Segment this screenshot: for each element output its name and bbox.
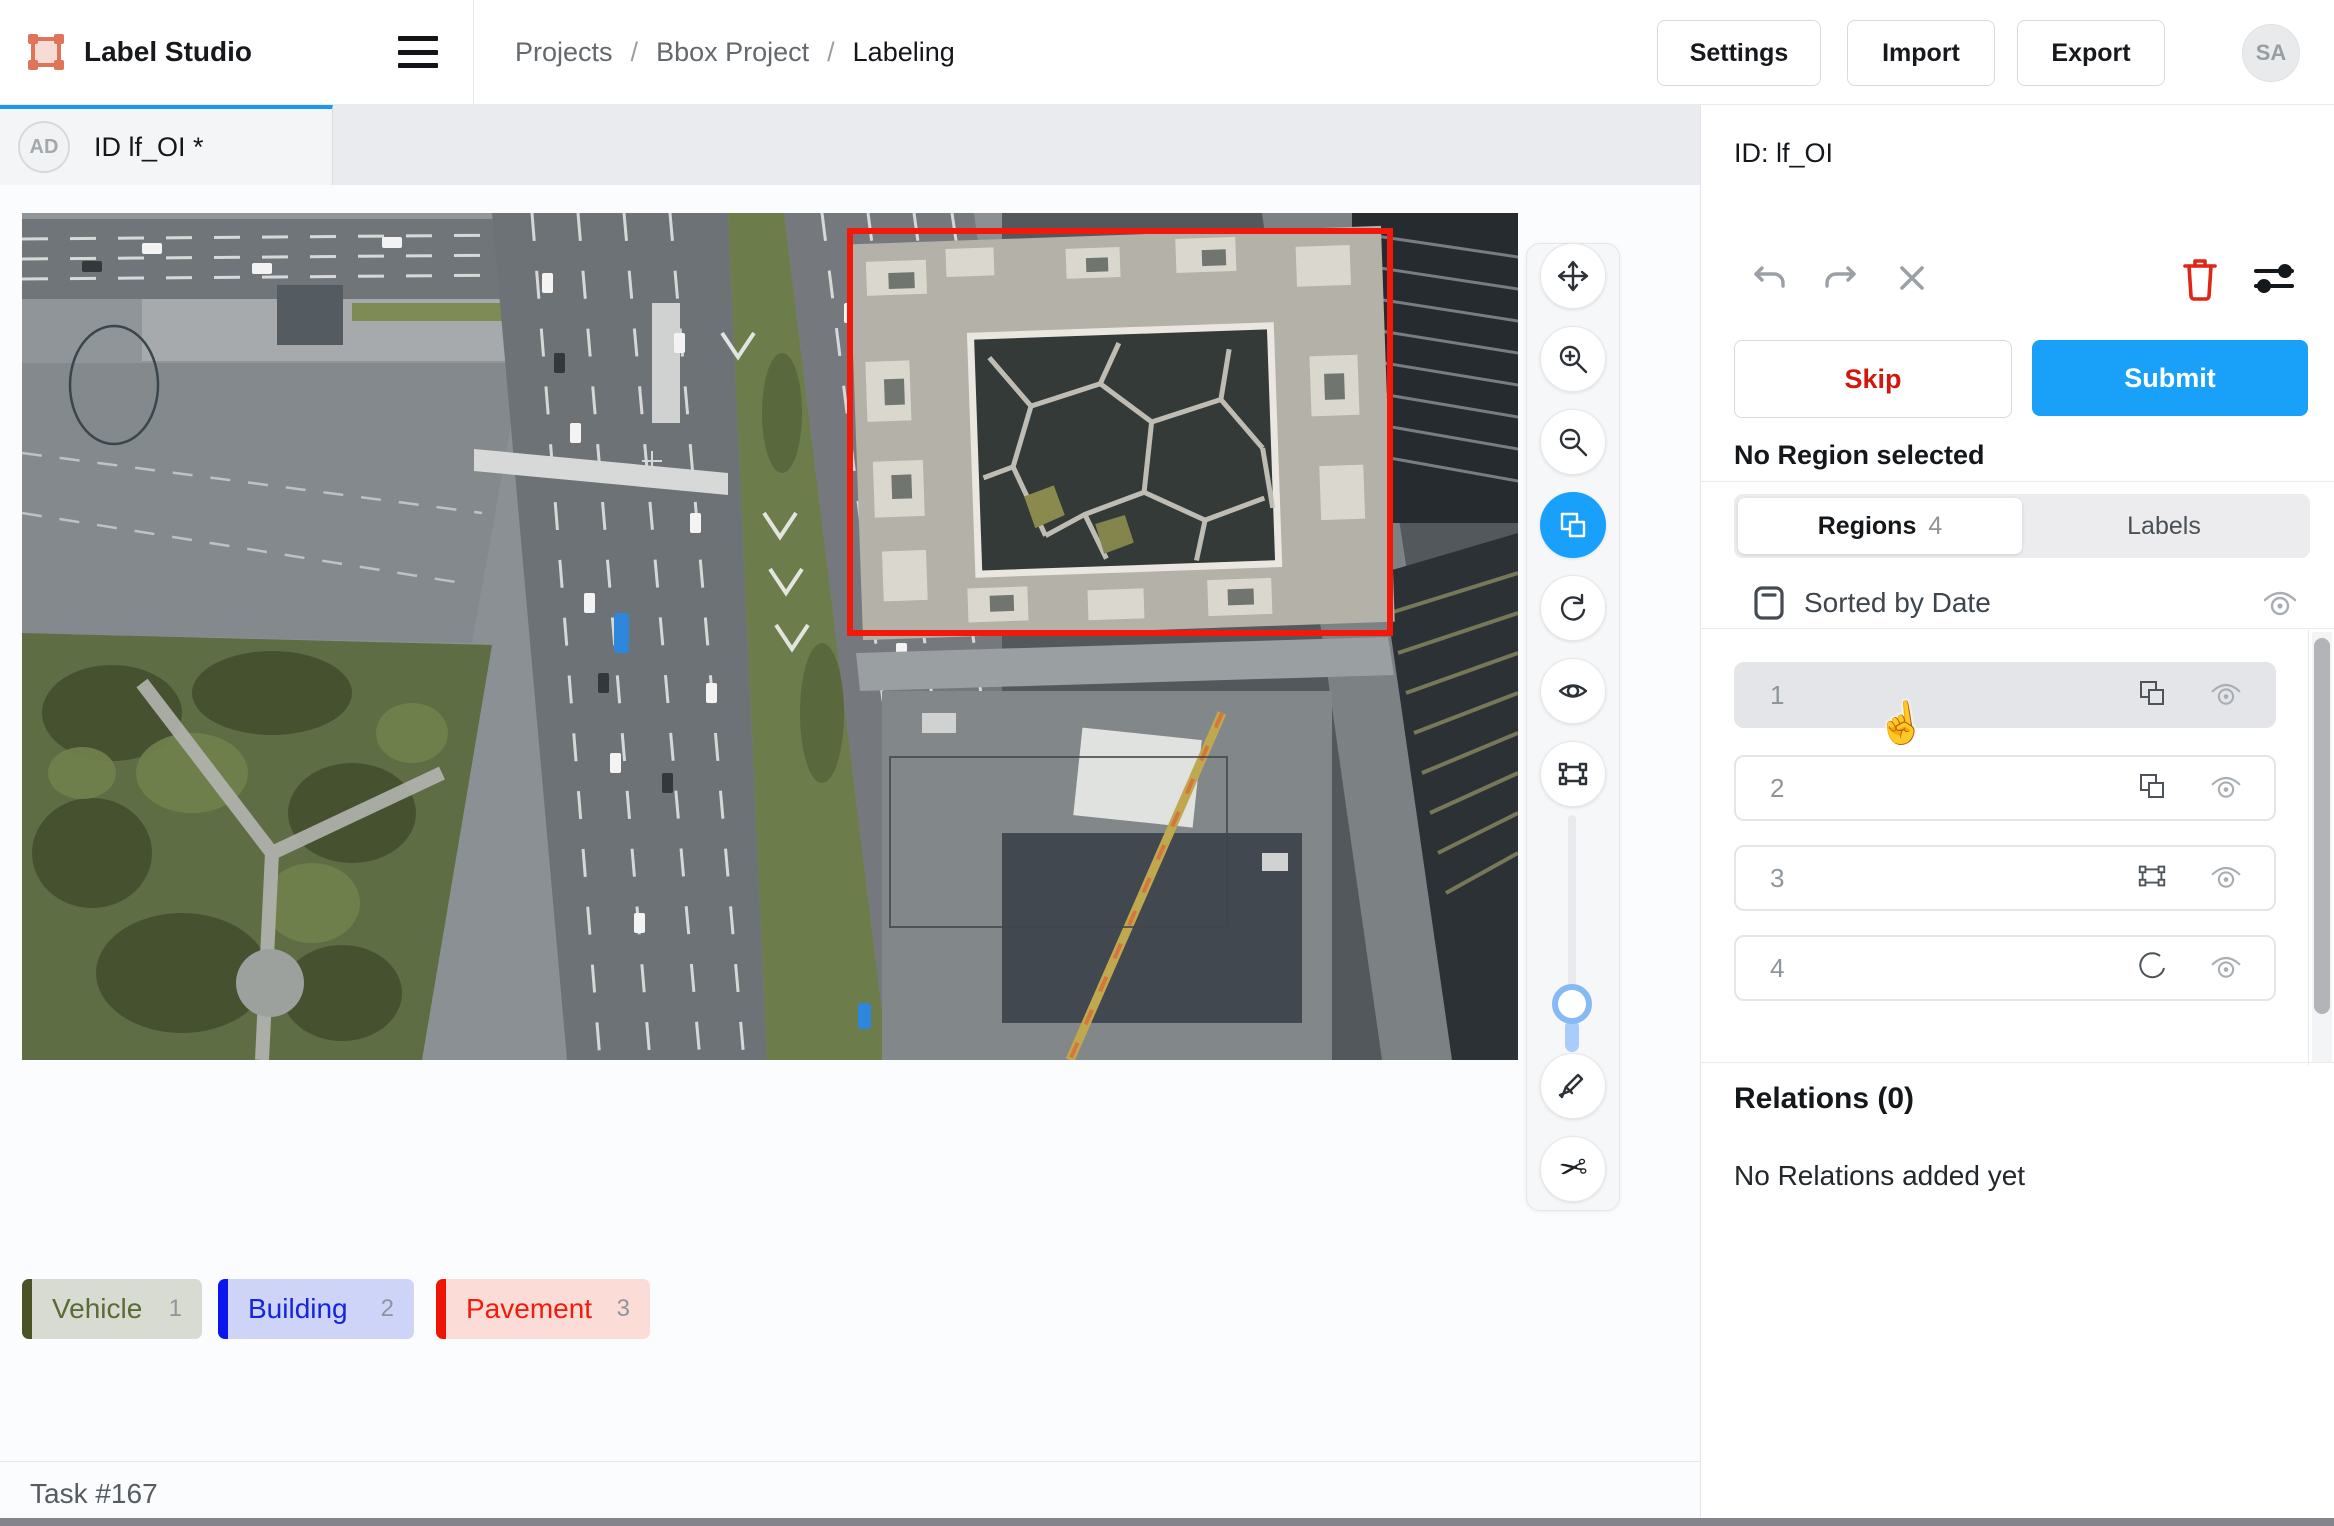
breadcrumb: Projects / Bbox Project / Labeling <box>515 0 955 104</box>
close-icon[interactable] <box>1890 256 1934 300</box>
relations-empty-text: No Relations added yet <box>1734 1160 2026 1191</box>
export-button[interactable]: Export <box>2017 20 2165 86</box>
footer-divider <box>0 1461 1700 1462</box>
region-number: 4 <box>1770 952 1785 983</box>
app-title: Label Studio <box>84 36 252 67</box>
scissors-icon: ✂ <box>1556 1148 1590 1190</box>
regions-visibility-eye-icon[interactable] <box>2258 582 2302 622</box>
redo-icon[interactable] <box>1818 256 1862 300</box>
region-row-2[interactable]: 2 <box>1734 755 2276 821</box>
header: Label Studio Projects / Bbox Project / L… <box>0 0 2334 105</box>
eye-icon[interactable] <box>2208 770 2244 807</box>
move-tool-button[interactable] <box>1540 243 1606 309</box>
breadcrumb-separator: / <box>630 36 639 67</box>
eye-icon[interactable] <box>2208 677 2244 714</box>
window-bottom-edge <box>0 1518 2334 1526</box>
undo-icon[interactable] <box>1748 256 1792 300</box>
filter-sliders-icon[interactable] <box>2250 256 2298 300</box>
label-chip-vehicle[interactable]: Vehicle 1 <box>22 1279 202 1339</box>
hamburger-icon[interactable] <box>398 36 438 68</box>
label-studio-window: Label Studio Projects / Bbox Project / L… <box>0 0 2334 1526</box>
brush-tool-button[interactable] <box>1540 1053 1606 1119</box>
bbox-tool-button[interactable] <box>1540 741 1606 807</box>
sort-label[interactable]: Sorted by Date <box>1804 587 1991 619</box>
sort-row: Sorted by Date <box>1752 580 2312 626</box>
task-id-label: ID: lf_OI <box>1734 138 1834 168</box>
zoom-in-button[interactable] <box>1540 326 1606 392</box>
label-hotkey: 2 <box>380 1295 394 1322</box>
breadcrumb-project[interactable]: Bbox Project <box>656 37 809 68</box>
scissors-tool-button[interactable]: ✂ <box>1540 1136 1606 1202</box>
aerial-image <box>21 212 1519 1062</box>
zoom-out-button[interactable] <box>1540 409 1606 475</box>
header-divider <box>473 0 474 104</box>
task-number-label: Task #167 <box>30 1478 158 1509</box>
region-row-3[interactable]: 3 <box>1734 845 2276 911</box>
rotate-tool-button[interactable] <box>1540 575 1606 641</box>
submit-button[interactable]: Submit <box>2032 340 2308 416</box>
regions-tab-label: Regions <box>1817 511 1917 540</box>
sidebar-divider <box>1701 481 2334 482</box>
import-button[interactable]: Import <box>1847 20 1995 86</box>
region-number: 1 <box>1770 679 1785 710</box>
label-color-bar <box>22 1279 32 1339</box>
trash-icon[interactable] <box>2176 252 2224 304</box>
breadcrumb-projects[interactable]: Projects <box>515 37 613 68</box>
breadcrumb-separator: / <box>827 36 835 67</box>
bbox-icon <box>2136 860 2168 897</box>
sidebar-divider <box>1701 628 2334 629</box>
scrollbar-thumb[interactable] <box>2314 638 2330 1014</box>
label-hotkey: 3 <box>616 1295 630 1322</box>
label-chip-building[interactable]: Building 2 <box>218 1279 414 1339</box>
region-number: 3 <box>1770 862 1785 893</box>
eye-icon[interactable] <box>2208 950 2244 987</box>
rect-multi-icon <box>2136 677 2168 714</box>
annotator-avatar: AD <box>18 121 70 173</box>
hand-cursor: ☝ <box>1873 698 1929 750</box>
region-row-4[interactable]: 4 <box>1734 935 2276 1001</box>
regions-count-badge: 4 <box>1928 511 1943 540</box>
relations-title: Relations (0) <box>1734 1082 1915 1115</box>
rect-multi-icon <box>2136 770 2168 807</box>
label-color-bar <box>218 1279 228 1339</box>
ellipse-arc-icon <box>2136 950 2168 987</box>
sidebar-divider <box>1701 1062 2334 1063</box>
skip-button[interactable]: Skip <box>1734 340 2012 418</box>
tab-labels[interactable]: Labels <box>2022 498 2306 554</box>
label-name: Building <box>248 1293 348 1324</box>
breadcrumb-current: Labeling <box>852 36 955 67</box>
regions-labels-tabs: Regions 4 Labels <box>1734 494 2310 558</box>
labels-tab-label: Labels <box>2127 511 2201 540</box>
settings-button[interactable]: Settings <box>1657 20 1821 86</box>
region-number: 2 <box>1770 772 1785 803</box>
user-avatar[interactable]: SA <box>2242 24 2300 82</box>
zoom-slider-thumb[interactable] <box>1552 984 1592 1024</box>
label-hotkey: 1 <box>168 1295 182 1322</box>
region-row-1[interactable]: 1 <box>1734 662 2276 728</box>
label-name: Vehicle <box>52 1293 143 1324</box>
annotation-canvas[interactable] <box>21 212 1519 1062</box>
zoom-slider-stem[interactable] <box>1565 1020 1579 1052</box>
label-studio-logo-icon[interactable] <box>24 30 68 74</box>
zoom-slider-track[interactable] <box>1568 815 1576 1005</box>
task-tab-title: ID lf_OI * <box>94 131 204 162</box>
label-name: Pavement <box>466 1293 593 1324</box>
label-chip-pavement[interactable]: Pavement 3 <box>436 1279 650 1339</box>
journal-icon[interactable] <box>1752 584 1786 622</box>
no-region-text: No Region selected <box>1734 440 1985 470</box>
label-color-bar <box>436 1279 446 1339</box>
eye-icon[interactable] <box>2208 860 2244 897</box>
scroll-divider <box>2308 630 2309 1065</box>
task-tab[interactable]: AD ID lf_OI * <box>0 104 333 185</box>
rect-multi-tool-button[interactable] <box>1540 492 1606 558</box>
visibility-tool-button[interactable] <box>1540 658 1606 724</box>
tab-regions[interactable]: Regions 4 <box>1738 498 2022 554</box>
